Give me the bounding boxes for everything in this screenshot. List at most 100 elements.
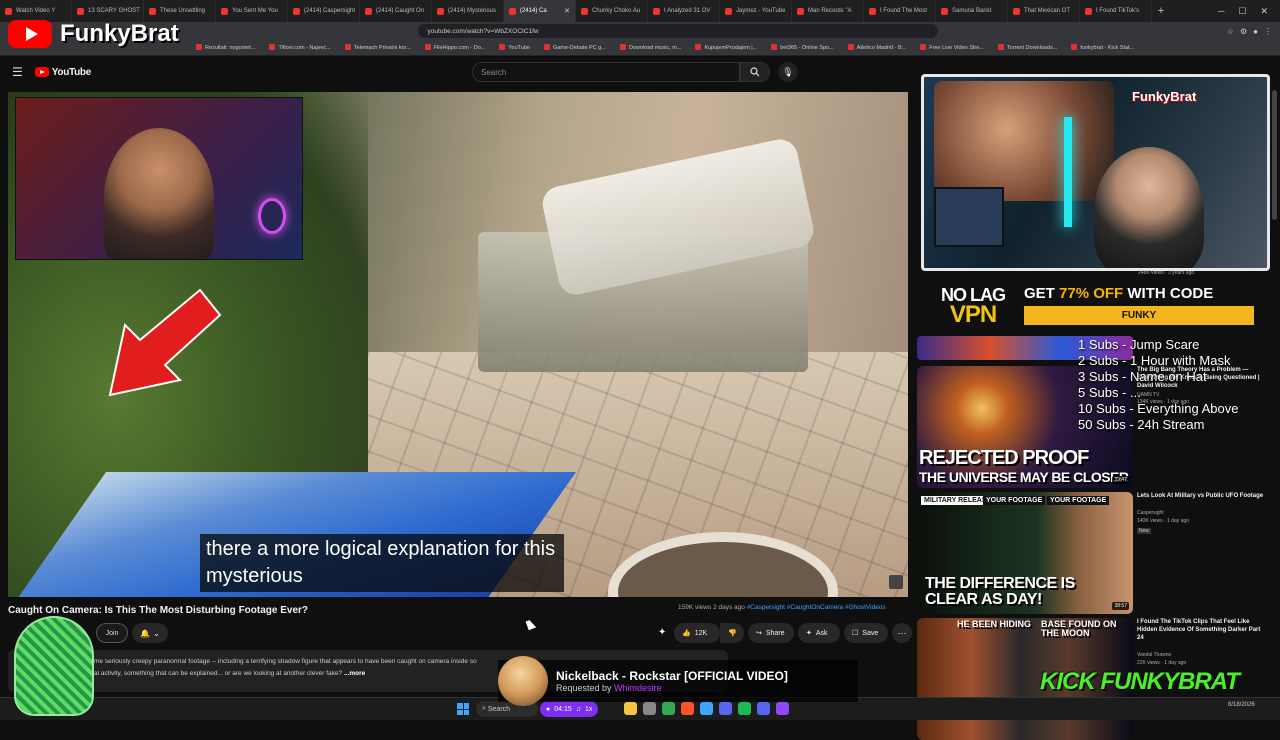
promo-headline: GET 77% OFF WITH CODE	[1024, 285, 1254, 302]
extension-icons: ☆ ⚙ ● ⋮	[1227, 27, 1272, 36]
minimize-icon[interactable]: ─	[1218, 6, 1224, 17]
share-button[interactable]: ↪ Share	[748, 623, 794, 643]
video-hashtags[interactable]: #Caspersight #CaughtOnCamera #GhostVideo…	[747, 604, 886, 611]
more-options-button[interactable]: ⋯	[892, 623, 912, 643]
save-button[interactable]: ☐ Save	[844, 623, 888, 643]
file-explorer-icon[interactable]	[624, 702, 637, 715]
voice-search-button[interactable]: 🎙	[778, 62, 798, 82]
youtube-favicon-icon	[869, 7, 876, 15]
join-button[interactable]: Join	[96, 623, 128, 643]
bookmark-link[interactable]: KupujemProdajem |...	[695, 44, 757, 51]
bookmark-star-icon[interactable]: ☆	[1227, 27, 1234, 36]
stream-channel-name: FunkyBrat	[60, 20, 179, 47]
suggested-title[interactable]: Lets Look At Military vs Public UFO Foot…	[1137, 492, 1265, 500]
youtube-favicon-icon	[293, 7, 300, 15]
streamer-figure	[104, 128, 214, 259]
bookmark-link[interactable]: Rezultati: nogomet...	[196, 44, 255, 51]
close-window-icon[interactable]: ✕	[1260, 6, 1268, 17]
promo-highlight: 77% OFF	[1059, 285, 1124, 302]
bookmark-link[interactable]: Torrent Downloads...	[998, 44, 1057, 51]
bookmark-link[interactable]: Free Live Video Stre...	[920, 44, 984, 51]
menu-dots-icon[interactable]: ⋮	[1264, 27, 1272, 36]
browser-tab[interactable]: (2414) Ca ✕	[504, 0, 576, 22]
hamburger-menu-icon[interactable]: ☰	[12, 65, 23, 79]
kick-channel-overlay: KICK FUNKYBRAT	[1040, 668, 1240, 695]
browser-tab[interactable]: You Sent Me You	[216, 0, 288, 22]
edge-icon[interactable]	[700, 702, 713, 715]
suggested-video[interactable]: MILITARY RELEASE YOUR FOOTAGE YOUR FOOTA…	[917, 492, 1277, 614]
song-requested-by: Requested by Whimdesire	[556, 683, 788, 693]
requested-prefix: Requested by	[556, 683, 615, 693]
dislike-button[interactable]: 👎	[720, 623, 744, 643]
browser-tab[interactable]: Jaymez - YouTube	[720, 0, 792, 22]
youtube-logo[interactable]: YouTube	[34, 67, 91, 78]
scrollbar[interactable]	[1272, 90, 1277, 220]
song-requester: Whimdesire	[614, 683, 662, 693]
bookmark-link[interactable]: Telemach Privatni kor...	[345, 44, 411, 51]
browser-tab[interactable]: (2414) Mysterious	[432, 0, 504, 22]
chrome-icon[interactable]	[662, 702, 675, 715]
bookmark-link[interactable]: Game-Debate PC g...	[544, 44, 606, 51]
maximize-icon[interactable]: ☐	[1238, 6, 1246, 17]
profile-icon[interactable]: ●	[1253, 27, 1258, 36]
bookmark-link[interactable]: YouTube	[499, 44, 530, 51]
suggested-channel[interactable]: Vandal Thawne	[1137, 652, 1171, 658]
search-button[interactable]	[740, 62, 770, 82]
suggested-channel[interactable]: Caspersight	[1137, 510, 1164, 516]
bookmark-link[interactable]: funkybrat - Kick Stat...	[1071, 44, 1134, 51]
share-label: Share	[765, 629, 785, 637]
youtube-favicon-icon	[1013, 7, 1020, 15]
notification-bell-button[interactable]: 🔔 ⌄	[132, 623, 168, 643]
twitch-icon[interactable]	[776, 702, 789, 715]
thumb-text: THE DIFFERENCE IS CLEAR AS DAY!	[925, 575, 1075, 608]
windows-start-icon[interactable]	[457, 703, 469, 715]
sub-goal-item: 1 Subs - Jump Scare	[1078, 337, 1200, 352]
discord-icon[interactable]	[757, 702, 770, 715]
close-tab-icon[interactable]: ✕	[564, 7, 570, 15]
browser-tab[interactable]: That Mexican OT	[1008, 0, 1080, 22]
spotify-icon[interactable]	[738, 702, 751, 715]
browser-tab-label: Samurai Barist	[952, 8, 992, 14]
browser-tab[interactable]: I Analyzed 31 OV	[648, 0, 720, 22]
new-tab-icon[interactable]: +	[1152, 5, 1170, 17]
extensions-icon[interactable]: ⚙	[1240, 27, 1247, 36]
view-count: 159K views	[678, 604, 712, 611]
browser-tab[interactable]: I Found TikTok's	[1080, 0, 1152, 22]
browser-tab[interactable]: (2414) Caught On	[360, 0, 432, 22]
sparkle-icon[interactable]: ✦	[658, 627, 666, 638]
browser-tab[interactable]: Man Records "A	[792, 0, 864, 22]
browser-tab[interactable]: Chunky Choko Au	[576, 0, 648, 22]
suggested-title[interactable]: I Found The TikTok Clips That Feel Like …	[1137, 618, 1265, 642]
url-field[interactable]: youtube.com/watch?v=WbZXOCIC1fw	[417, 24, 938, 38]
suggested-thumbnail[interactable]: MILITARY RELEASE YOUR FOOTAGE YOUR FOOTA…	[917, 492, 1133, 614]
teams-icon[interactable]	[719, 702, 732, 715]
bookmark-link[interactable]: Titlovi.com - Najveć...	[269, 44, 330, 51]
browser-tab-label: 13 SCARY GHOST	[88, 8, 140, 14]
browser-tab-label: (2414) Ca	[520, 8, 547, 14]
search-input[interactable]: Search	[472, 62, 740, 82]
thumb-text: HE BEEN HIDING	[957, 619, 1032, 629]
browser-tab[interactable]: I Found The Most	[864, 0, 936, 22]
bookmark-link[interactable]: bet365 - Online Spo...	[771, 44, 834, 51]
sidebar-top-meta: 248K views · 3 years ago	[1138, 270, 1195, 276]
save-icon: ☐	[852, 630, 859, 637]
youtube-favicon-icon	[725, 7, 732, 15]
ask-button[interactable]: ✦ Ask	[798, 623, 840, 643]
bookmark-link[interactable]: FileHippo.com - Do...	[425, 44, 486, 51]
taskbar-search-label: Search	[487, 705, 511, 713]
bookmark-link[interactable]: Download music, m...	[620, 44, 682, 51]
browser-tab[interactable]: Samurai Barist	[936, 0, 1008, 22]
brave-icon[interactable]	[681, 702, 694, 715]
taskbar-clock[interactable]: 8/18/2026	[1228, 701, 1255, 709]
video-duration: 38:57	[1112, 602, 1129, 610]
video-info-icon[interactable]	[889, 575, 903, 589]
ghost-mascot-overlay	[14, 616, 94, 716]
music-note-icon: ♫	[575, 705, 582, 713]
store-icon[interactable]	[643, 702, 656, 715]
description-more-link[interactable]: ...more	[344, 670, 365, 677]
like-button[interactable]: 👍 12K	[674, 623, 720, 643]
taskbar-media-widget[interactable]: ● 04:15 ♫ 1x	[540, 701, 599, 717]
browser-tab[interactable]: (2414) Caspersight	[288, 0, 360, 22]
bookmark-link[interactable]: Atletico Madrid - B...	[848, 44, 907, 51]
stream-channel-logo: FunkyBrat	[8, 16, 196, 52]
